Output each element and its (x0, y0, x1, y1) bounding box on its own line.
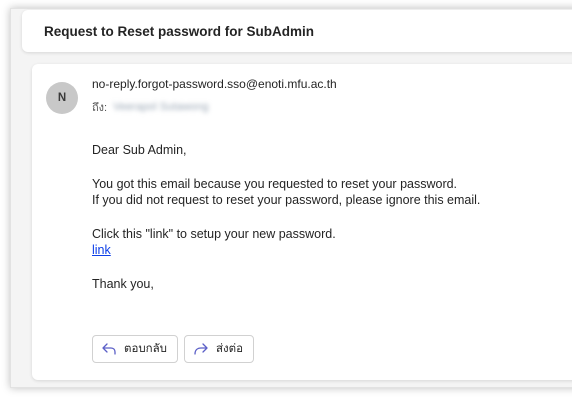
closing-text: Thank you, (92, 277, 154, 291)
forward-arrow-icon (193, 342, 209, 356)
reply-label: ตอบกลับ (124, 341, 167, 355)
subject-header: Request to Reset password for SubAdmin (22, 10, 572, 52)
email-subject: Request to Reset password for SubAdmin (44, 23, 315, 39)
reply-arrow-icon (101, 342, 117, 356)
body-line-3: Click this "link" to setup your new pass… (92, 227, 336, 241)
sender-address[interactable]: no-reply.forgot-password.sso@enoti.mfu.a… (92, 77, 337, 91)
body-line-1: You got this email because you requested… (92, 177, 458, 191)
to-recipient[interactable]: Veerapol Sutawong (113, 101, 208, 113)
message-actions: ตอบกลับ ส่งต่อ (92, 335, 255, 363)
message-card: N no-reply.forgot-password.sso@enoti.mfu… (32, 64, 572, 380)
message-body: Dear Sub Admin, You got this email becau… (92, 142, 480, 292)
greeting-text: Dear Sub Admin, (92, 143, 187, 157)
avatar-initial: N (57, 92, 67, 104)
forward-button[interactable]: ส่งต่อ (184, 335, 255, 363)
recipient-line: ถึง: Veerapol Sutawong (92, 98, 209, 116)
to-label: ถึง: (92, 102, 108, 114)
body-line-2: If you did not request to reset your pas… (92, 193, 481, 207)
forward-label: ส่งต่อ (216, 341, 244, 355)
reply-button[interactable]: ตอบกลับ (92, 335, 178, 363)
sender-avatar[interactable]: N (46, 82, 78, 114)
reset-password-link[interactable]: link (92, 243, 111, 257)
